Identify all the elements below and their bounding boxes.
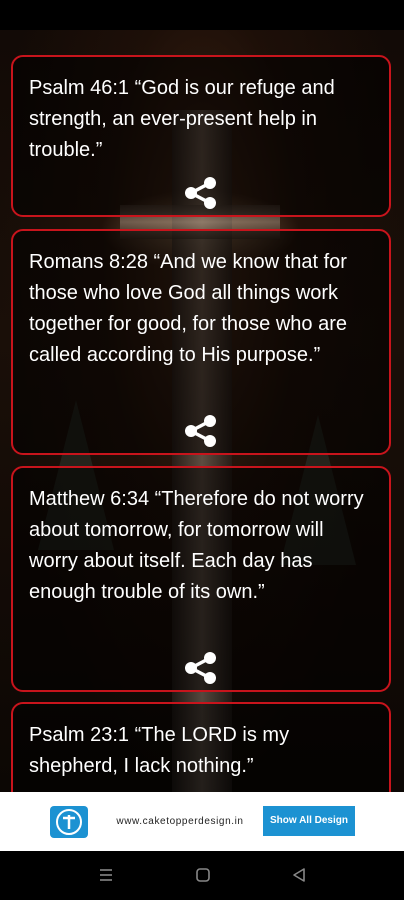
show-all-design-button[interactable]: Show All Design (263, 806, 355, 836)
ad-url-text: www.caketopperdesign.in (116, 816, 244, 827)
verse-text: Romans 8:28 “And we know that for those … (29, 251, 347, 366)
share-icon[interactable] (183, 413, 219, 449)
verse-text: Psalm 46:1 “God is our refuge and streng… (29, 77, 335, 161)
verse-text: Matthew 6:34 “Therefore do not worry abo… (29, 488, 364, 603)
app-screen: Psalm 46:1 “God is our refuge and streng… (0, 0, 404, 900)
share-icon[interactable] (183, 650, 219, 686)
ad-banner[interactable]: www.caketopperdesign.in Show All Design (0, 792, 404, 851)
home-icon[interactable] (191, 863, 215, 887)
back-icon[interactable] (287, 863, 311, 887)
verse-card: Psalm 46:1 “God is our refuge and streng… (11, 55, 391, 217)
verse-card: Matthew 6:34 “Therefore do not worry abo… (11, 466, 391, 692)
system-nav-bar (0, 851, 404, 900)
t-logo-icon (50, 806, 88, 838)
verse-card: Romans 8:28 “And we know that for those … (11, 229, 391, 455)
menu-icon[interactable] (94, 863, 118, 887)
verse-text: Psalm 23:1 “The LORD is my shepherd, I l… (29, 724, 290, 777)
share-icon[interactable] (183, 175, 219, 211)
